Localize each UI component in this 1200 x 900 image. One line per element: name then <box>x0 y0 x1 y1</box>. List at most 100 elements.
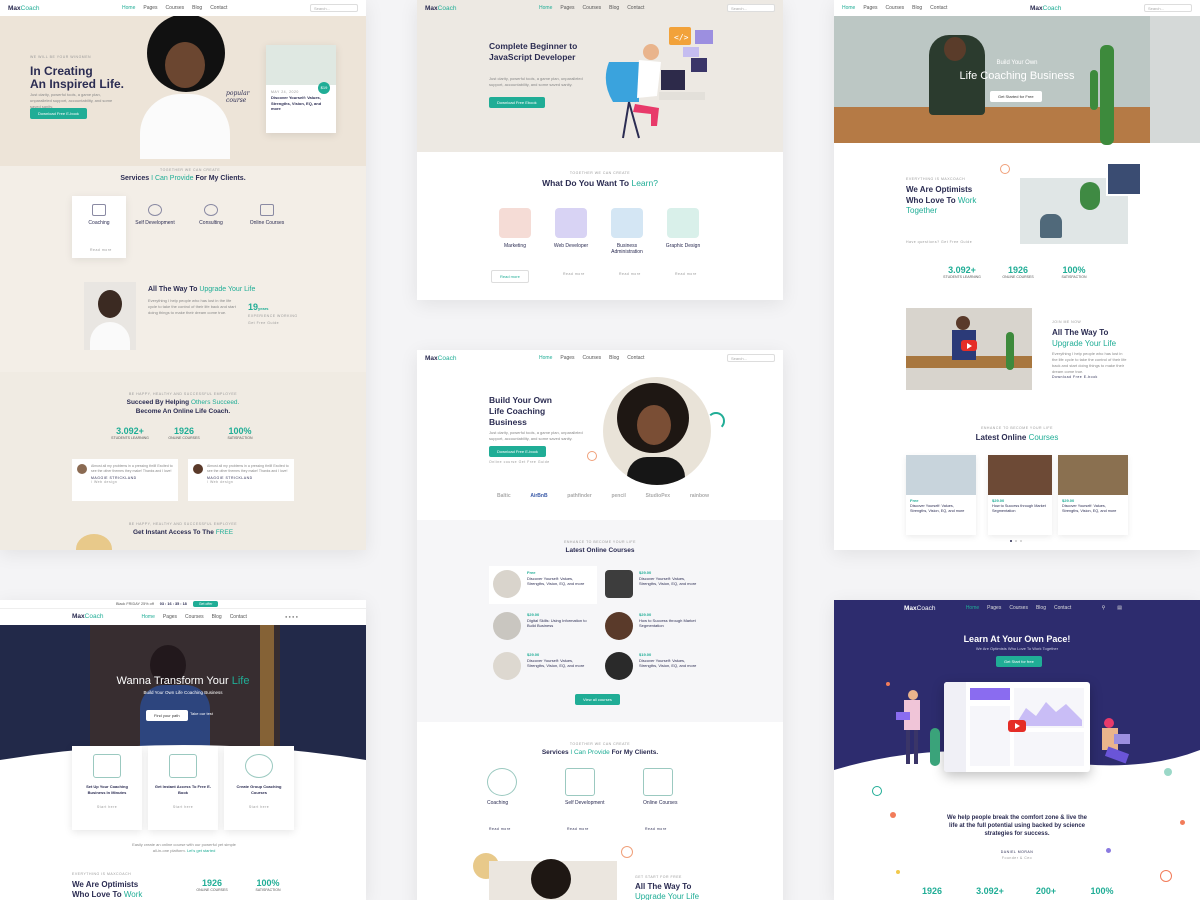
course-item[interactable]: $29.00 Digital Skills: Using Information … <box>493 612 589 640</box>
read-more-link[interactable]: Read more <box>563 272 585 276</box>
logo[interactable]: MaxCoach <box>8 5 39 12</box>
course-item[interactable]: Free Discover Yourself: Values, Strengths… <box>493 570 589 598</box>
course-item[interactable]: $29.00 Discover Yourself: Values, Strengt… <box>605 570 701 598</box>
nav-pages[interactable]: Pages <box>163 614 177 620</box>
search-input[interactable]: Search... <box>1143 4 1192 12</box>
nav-pages[interactable]: Pages <box>863 5 877 11</box>
nav-blog[interactable]: Blog <box>609 5 619 11</box>
nav-home[interactable]: Home <box>142 614 155 620</box>
search-input[interactable]: Search... <box>726 354 775 362</box>
course-item[interactable]: $29.00 Discover Yourself: Values, Strengt… <box>493 652 589 680</box>
nav-pages[interactable]: Pages <box>987 605 1001 611</box>
nav-home[interactable]: Home <box>842 5 855 11</box>
logo[interactable]: MaxCoach <box>904 605 935 612</box>
nav-home[interactable]: Home <box>539 5 552 11</box>
download-ebook-button[interactable]: Download Free Ebook <box>489 97 545 108</box>
preview-card-learn-pace[interactable]: MaxCoach Home Pages Courses Blog Contact… <box>834 600 1200 900</box>
logo[interactable]: MaxCoach <box>425 5 456 12</box>
nav-blog[interactable]: Blog <box>192 5 202 11</box>
nav-courses[interactable]: Courses <box>583 355 602 361</box>
search-input[interactable]: Search... <box>309 4 358 12</box>
get-started-button[interactable]: Get Started for Free <box>990 91 1042 102</box>
nav-courses[interactable]: Courses <box>185 614 204 620</box>
nav-home[interactable]: Home <box>539 355 552 361</box>
nav-contact[interactable]: Contact <box>627 355 644 361</box>
nav-home[interactable]: Home <box>966 605 979 611</box>
service-online-courses[interactable]: Online Courses <box>240 204 294 226</box>
nav-contact[interactable]: Contact <box>627 5 644 11</box>
preview-card-transform[interactable]: Black FRIDAY 25% off 03 : 16 : 35 : 18 G… <box>0 600 366 900</box>
preview-card-javascript[interactable]: MaxCoach Home Pages Courses Blog Contact… <box>417 0 783 300</box>
featured-course-card[interactable]: $19 MAY 24, 2020 Discover Yourself: Valu… <box>266 45 336 133</box>
nav-blog[interactable]: Blog <box>212 614 222 620</box>
social-icons[interactable]: ● ● ● ● <box>285 614 298 619</box>
nav-courses[interactable]: Courses <box>886 5 905 11</box>
upgrade-link[interactable]: Download Free E-book <box>1052 375 1098 379</box>
preview-card-build-business[interactable]: MaxCoach Home Pages Courses Blog Contact… <box>417 350 783 900</box>
logo[interactable]: MaxCoach <box>1030 5 1061 12</box>
service-online-courses[interactable]: Online Courses <box>643 768 693 806</box>
download-ebook-button[interactable]: Download Free E-book <box>489 446 546 457</box>
read-more-link[interactable]: Read more <box>645 827 667 831</box>
course-item[interactable]: $19.00 Discover Yourself: Values, Strengt… <box>605 652 701 680</box>
category-business-administration[interactable]: Business Administration <box>601 208 653 255</box>
read-more-link[interactable]: Read more <box>90 248 112 252</box>
nav-contact[interactable]: Contact <box>1054 605 1071 611</box>
nav-pages[interactable]: Pages <box>143 5 157 11</box>
download-ebook-button[interactable]: Download Free E-book <box>30 108 87 119</box>
logo[interactable]: MaxCoach <box>425 355 456 362</box>
get-started-button[interactable]: Get Start for free <box>996 656 1042 667</box>
service-self-development[interactable]: Self Development <box>128 204 182 226</box>
guide-link[interactable]: Online course Get Free Guide <box>489 460 550 464</box>
service-self-development[interactable]: Self Development <box>565 768 615 806</box>
category-graphic-design[interactable]: Graphic Design <box>657 208 709 249</box>
nav-blog[interactable]: Blog <box>912 5 922 11</box>
logo[interactable]: MaxCoach <box>72 613 103 620</box>
nav-blog[interactable]: Blog <box>1036 605 1046 611</box>
take-test-button[interactable]: Take our test <box>190 711 213 716</box>
nav-contact[interactable]: Contact <box>230 614 247 620</box>
nav-home[interactable]: Home <box>122 5 135 11</box>
read-more-link[interactable]: Read more <box>675 272 697 276</box>
nav-courses[interactable]: Courses <box>1009 605 1028 611</box>
read-more-link[interactable]: Read more <box>567 827 589 831</box>
nav-contact[interactable]: Contact <box>210 5 227 11</box>
get-guide-link[interactable]: Get Free Guide <box>248 321 279 325</box>
category-marketing[interactable]: Marketing <box>489 208 541 249</box>
nav-pages[interactable]: Pages <box>560 355 574 361</box>
preview-card-coaching-business[interactable]: Home Pages Courses Blog Contact MaxCoach… <box>834 0 1200 550</box>
course-card[interactable]: Free Discover Yourself: Values, Strength… <box>906 455 976 535</box>
play-icon[interactable] <box>961 340 977 351</box>
carousel-dots[interactable] <box>1010 540 1022 542</box>
nav-pages[interactable]: Pages <box>560 5 574 11</box>
service-coaching[interactable]: Coaching <box>487 768 527 806</box>
play-icon[interactable] <box>1008 720 1026 732</box>
feature-box[interactable]: Get Instant Access To Free E-Book Start … <box>148 746 218 830</box>
course-card[interactable]: $29.00 Discover Yourself: Values, Streng… <box>1058 455 1128 535</box>
nav-courses[interactable]: Courses <box>166 5 185 11</box>
nav-blog[interactable]: Blog <box>609 355 619 361</box>
feature-box[interactable]: Set Up Your Coaching Business In Minutes… <box>72 746 142 830</box>
search-icon[interactable]: ⚲ <box>1102 605 1106 611</box>
read-more-link[interactable]: Read more <box>619 272 641 276</box>
nav-courses[interactable]: Courses <box>583 5 602 11</box>
feature-box[interactable]: Create Group Coaching Courses Start here <box>224 746 294 830</box>
category-web-developer[interactable]: Web Developer <box>545 208 597 249</box>
partner-logo: rainbow <box>689 493 709 499</box>
preview-card-life-coach[interactable]: MaxCoach Home Pages Courses Blog Contact… <box>0 0 366 550</box>
get-offer-button[interactable]: Get offer <box>192 601 219 607</box>
cart-icon[interactable]: ▤ <box>1117 605 1122 611</box>
course-card[interactable]: $29.00 How to Success through Market Seg… <box>988 455 1052 535</box>
service-consulting[interactable]: Consulting <box>184 204 238 226</box>
promo-topbar: Black FRIDAY 25% off 03 : 16 : 35 : 18 G… <box>0 600 366 609</box>
question-link[interactable]: Have questions? Get Free Guide <box>906 240 972 244</box>
read-more-link[interactable]: Read more <box>489 827 511 831</box>
course-item[interactable]: $29.00 How to Success through Market Segm… <box>605 612 701 640</box>
partner-logo: pencil <box>611 493 626 499</box>
read-more-button[interactable]: Read more <box>491 270 529 283</box>
view-all-courses-button[interactable]: View all courses <box>575 694 620 705</box>
service-coaching[interactable]: Coaching <box>72 204 126 226</box>
search-input[interactable]: Search... <box>726 4 775 12</box>
nav-contact[interactable]: Contact <box>930 5 947 11</box>
find-path-button[interactable]: Find your path <box>146 710 188 721</box>
